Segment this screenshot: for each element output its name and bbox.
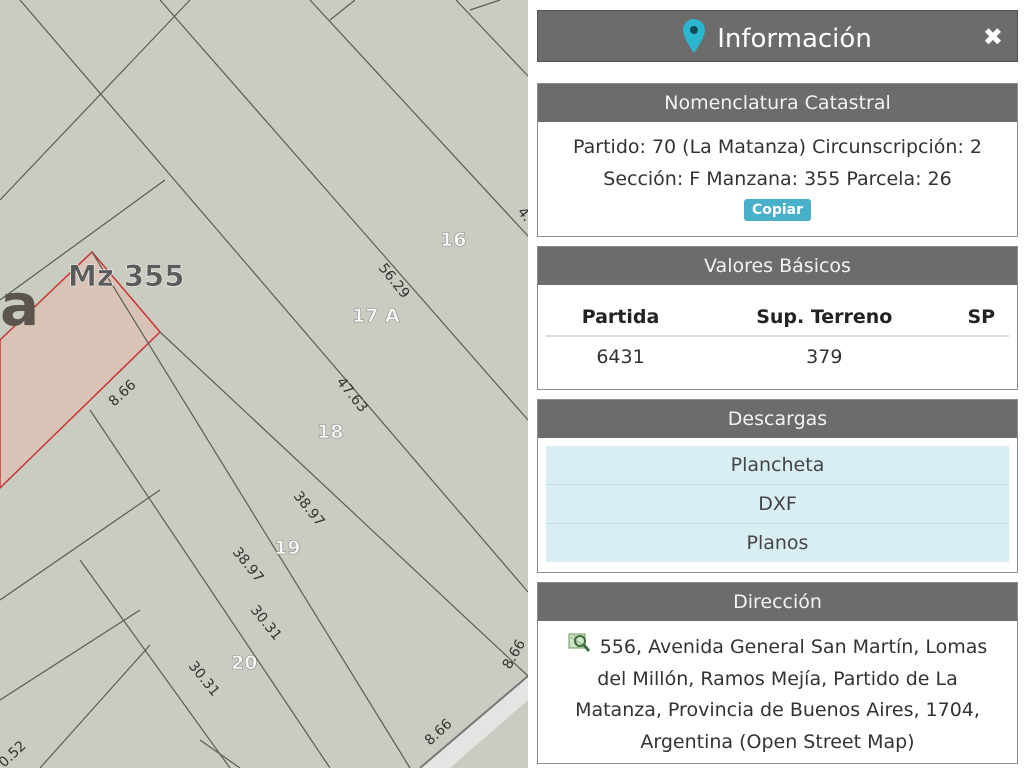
parcel-number[interactable]: 18	[317, 421, 344, 444]
table-row: 6431 379	[546, 336, 1009, 377]
nomenclatura-section: Nomenclatura Catastral Partido: 70 (La M…	[537, 83, 1018, 237]
block-label: Mz 355	[68, 259, 184, 293]
column-header-sup-terreno: Sup. Terreno	[695, 299, 954, 337]
direccion-header: Dirección	[538, 583, 1017, 621]
cell-sp	[954, 336, 1009, 377]
map-partial-label: a	[0, 271, 39, 339]
cell-sup-terreno: 379	[806, 346, 843, 368]
downloads-list: Plancheta DXF Planos	[546, 446, 1009, 562]
download-dxf[interactable]: DXF	[546, 484, 1009, 523]
copy-button[interactable]: Copiar	[743, 199, 812, 221]
address-block: 556, Avenida General San Martín, Lomas d…	[538, 621, 1017, 768]
valores-header: Valores Básicos	[538, 247, 1017, 285]
nomenclatura-line-1: Partido: 70 (La Matanza) Circunscripción…	[573, 136, 982, 158]
download-plancheta[interactable]: Plancheta	[546, 446, 1009, 484]
download-planos[interactable]: Planos	[546, 523, 1009, 562]
column-header-partida: Partida	[546, 299, 695, 337]
valores-section: Valores Básicos Partida Sup. Terreno SP …	[537, 246, 1018, 390]
column-header-sp: SP	[953, 299, 1009, 337]
address-text: 556, Avenida General San Martín, Lomas d…	[575, 635, 988, 753]
parcel-number[interactable]: 19	[274, 537, 301, 560]
location-pin-icon	[683, 19, 706, 60]
parcel-number[interactable]: 16	[440, 229, 467, 252]
info-panel: Información ✖ Nomenclatura Catastral Par…	[528, 0, 1024, 768]
map-search-icon[interactable]	[568, 631, 590, 664]
nomenclatura-line-2: Sección: F Manzana: 355 Parcela: 26	[603, 168, 952, 190]
cell-partida: 6431	[596, 346, 645, 368]
direccion-section: Dirección 556, Avenida General San Martí…	[537, 582, 1018, 764]
nomenclatura-header: Nomenclatura Catastral	[538, 84, 1017, 122]
info-title: Información	[717, 24, 872, 54]
valores-table: Partida Sup. Terreno SP 6431 379	[546, 299, 1009, 377]
info-header: Información ✖	[537, 10, 1018, 62]
descargas-header: Descargas	[538, 400, 1017, 438]
parcel-number[interactable]: 17 A	[352, 305, 401, 328]
parcel-number[interactable]: 20	[231, 652, 258, 675]
descargas-section: Descargas Plancheta DXF Planos	[537, 399, 1018, 573]
close-icon[interactable]: ✖	[983, 23, 1003, 51]
